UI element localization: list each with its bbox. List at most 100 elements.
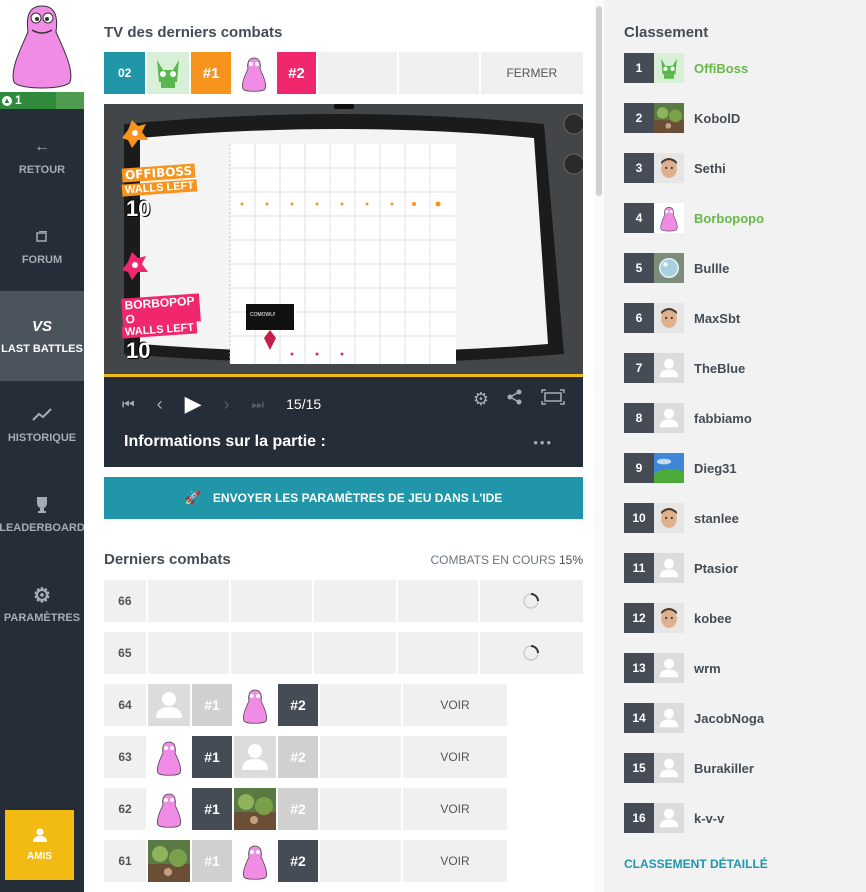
- leaderboard-rank: 15: [624, 753, 654, 783]
- battles-progress-label: COMBATS EN COURS: [430, 553, 556, 567]
- player-avatar: [234, 840, 276, 882]
- leaderboard-row[interactable]: 4 Borbopopo: [624, 203, 764, 233]
- settings-icon[interactable]: ⚙: [473, 389, 489, 410]
- battle-empty-cell: [230, 632, 313, 674]
- leaderboard-rank: 8: [624, 403, 654, 433]
- nav-history[interactable]: HISTORIQUE: [0, 380, 84, 470]
- leaderboard-avatar: [654, 703, 684, 733]
- fast-forward-icon[interactable]: ⏭: [252, 396, 265, 413]
- leaderboard-row[interactable]: 13 wrm: [624, 653, 721, 683]
- view-battle-button[interactable]: VOIR: [403, 736, 507, 778]
- battle-empty-cell: [320, 788, 401, 830]
- battle-empty-cell: [230, 580, 313, 622]
- close-button[interactable]: FERMER: [480, 52, 583, 94]
- game-viewport[interactable]: OFFIBOSS WALLS LEFT 10 BORBOPOPO WALLS L…: [104, 104, 583, 374]
- battles-title: Derniers combats: [104, 551, 231, 568]
- leaderboard-row[interactable]: 15 Burakiller: [624, 753, 754, 783]
- leaderboard-row[interactable]: 11 Ptasior: [624, 553, 738, 583]
- p2-walls-count: 10: [126, 338, 151, 363]
- leaderboard-name: OffiBoss: [694, 60, 749, 76]
- leaderboard-rank: 10: [624, 503, 654, 533]
- view-battle-button[interactable]: VOIR: [403, 840, 507, 882]
- battle-row: 61 #1 #2 VOIR: [104, 840, 583, 882]
- more-options-icon[interactable]: •••: [533, 435, 553, 450]
- play-icon[interactable]: ▶: [185, 391, 202, 417]
- rank-badge: #2: [278, 788, 318, 830]
- battle-id: 63: [104, 736, 146, 778]
- step-forward-icon[interactable]: ›: [224, 394, 230, 415]
- leaderboard-rank: 6: [624, 303, 654, 333]
- nav-last-battles-label: LAST BATTLES: [1, 343, 83, 355]
- rank-badge: #2: [278, 840, 318, 882]
- view-battle-button[interactable]: VOIR: [403, 684, 507, 726]
- leaderboard-row[interactable]: 1 OffiBoss: [624, 53, 748, 83]
- leaderboard-name: stanlee: [694, 510, 739, 526]
- rank2-badge: #2: [276, 52, 317, 94]
- user-icon: [32, 828, 47, 845]
- leaderboard-row[interactable]: 10 stanlee: [624, 503, 739, 533]
- battle-row: 65: [104, 632, 584, 674]
- leaderboard-row[interactable]: 9 Dieg31: [624, 453, 737, 483]
- battle-empty-cell: [320, 736, 401, 778]
- tv-empty-cell: [318, 52, 397, 94]
- leaderboard-row[interactable]: 3 Sethi: [624, 153, 726, 183]
- leaderboard-avatar: [654, 353, 684, 383]
- leaderboard-row[interactable]: 2 KobolD: [624, 103, 740, 133]
- friends-button[interactable]: AMIS: [5, 810, 74, 880]
- nav-settings[interactable]: ⚙ PARAMÈTRES: [0, 560, 84, 650]
- leaderboard-row[interactable]: 7 TheBlue: [624, 353, 745, 383]
- step-back-icon[interactable]: ‹: [157, 394, 163, 415]
- leaderboard-avatar: [654, 503, 684, 533]
- trend-icon: [32, 406, 52, 424]
- detailed-leaderboard-link[interactable]: CLASSEMENT DÉTAILLÉ: [624, 857, 768, 871]
- view-battle-button[interactable]: VOIR: [403, 788, 507, 830]
- battle-id: 61: [104, 840, 146, 882]
- nav-back[interactable]: ← RETOUR: [0, 112, 84, 202]
- leaderboard-avatar: [654, 103, 684, 133]
- nav-forum[interactable]: FORUM: [0, 202, 84, 292]
- nav-history-label: HISTORIQUE: [7, 432, 77, 444]
- battles-progress-value: 15%: [558, 553, 583, 567]
- leaderboard-rank: 12: [624, 603, 654, 633]
- leaderboard-rank: 11: [624, 553, 654, 583]
- leaderboard-row[interactable]: 5 Bullle: [624, 253, 729, 283]
- leaderboard-row[interactable]: 6 MaxSbt: [624, 303, 740, 333]
- battle-id: 65: [104, 632, 146, 674]
- nav-leaderboard-label: LEADERBOARD: [0, 522, 85, 534]
- scrollbar-thumb[interactable]: [596, 6, 602, 196]
- gear-icon: ⚙: [33, 584, 51, 607]
- leaderboard-row[interactable]: 8 fabbiamo: [624, 403, 752, 433]
- trophy-icon: [34, 496, 50, 514]
- user-avatar[interactable]: [0, 0, 84, 92]
- leaderboard-name: wrm: [694, 660, 721, 676]
- nav-leaderboard[interactable]: LEADERBOARD: [0, 470, 85, 560]
- leaderboard-name: Burakiller: [694, 760, 754, 776]
- send-to-ide-label: ENVOYER LES PARAMÈTRES DE JEU DANS L'IDE: [212, 491, 503, 505]
- send-to-ide-button[interactable]: 🚀 ENVOYER LES PARAMÈTRES DE JEU DANS L'I…: [104, 477, 583, 519]
- rewind-icon[interactable]: ⏮: [122, 396, 135, 413]
- loading-spinner-icon: [479, 580, 584, 622]
- leaderboard-row[interactable]: 12 kobee: [624, 603, 732, 633]
- nav-last-battles[interactable]: VS LAST BATTLES: [0, 291, 84, 381]
- leaderboard-name: JacobNoga: [694, 710, 765, 726]
- battle-empty-cell: [397, 580, 478, 622]
- leaderboard-row[interactable]: 14 JacobNoga: [624, 703, 764, 733]
- rank-badge: #2: [278, 736, 318, 778]
- player-avatar: [234, 684, 276, 726]
- level-bar: ▲ 1: [0, 92, 84, 109]
- battle-row: 62 #1 #2 VOIR: [104, 788, 583, 830]
- battle-row: 64 #1 #2 VOIR: [104, 684, 583, 726]
- battle-empty-cell: [397, 632, 478, 674]
- leaderboard-rank: 4: [624, 203, 654, 233]
- sidebar: ▲ 1 ← RETOUR FORUM VS LAST BATTLES HISTO…: [0, 0, 85, 892]
- leaderboard-row[interactable]: 16 k-v-v: [624, 803, 724, 833]
- leaderboard-rank: 16: [624, 803, 654, 833]
- leaderboard-avatar: [654, 603, 684, 633]
- share-icon[interactable]: [507, 389, 523, 410]
- versus-icon: VS: [31, 317, 52, 335]
- battle-row: 66: [104, 580, 584, 622]
- friends-label: AMIS: [27, 851, 52, 862]
- nav-back-label: RETOUR: [18, 164, 66, 176]
- fullscreen-icon[interactable]: [541, 389, 565, 410]
- player-avatar: [148, 788, 190, 830]
